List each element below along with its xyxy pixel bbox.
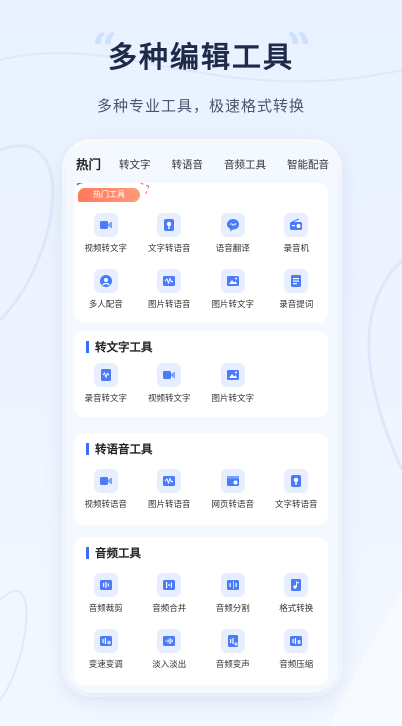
tool-image-to-voice-2[interactable]: 图片转语音 [138, 469, 202, 525]
image-wave-icon [157, 269, 182, 293]
fade-icon [157, 629, 182, 653]
tool-web-to-voice[interactable]: 网页转语音 [201, 469, 265, 525]
chat-icon [220, 213, 245, 237]
tab-audio-tools[interactable]: 音频工具 [224, 155, 266, 181]
speed-icon [93, 629, 118, 653]
tool-text-to-voice[interactable]: 文字转语音 [138, 213, 202, 269]
split-icon [220, 573, 245, 597]
tab-smart-dubbing[interactable]: 智能配音 [287, 155, 329, 181]
compress-icon [284, 629, 309, 653]
page-title: 多种编辑工具 [107, 40, 294, 74]
people-icon [93, 269, 118, 293]
tool-video-to-text-2[interactable]: 视频转文字 [138, 363, 202, 419]
tool-audio-split[interactable]: 音频分割 [201, 573, 265, 629]
tool-voice-translate[interactable]: 语音翻译 [201, 213, 265, 269]
tool-video-to-voice[interactable]: 视频转语音 [74, 469, 138, 525]
tool-audio-merge[interactable]: 音频合并 [138, 573, 202, 629]
web-icon [220, 469, 245, 493]
tool-voice-change[interactable]: 音频变声 [201, 629, 265, 685]
cut-icon [93, 573, 118, 597]
tab-bar: 热门 转文字 转语音 音频工具 智能配音 [76, 155, 338, 186]
image-wave-icon [157, 469, 182, 493]
hot-tools-card: 热门工具 视频转文字 文字转语音 语音翻译 录音机 多人配音 图片转语音 图片转… [74, 183, 328, 323]
text-tools-title: 转文字工具 [86, 341, 153, 353]
tool-image-to-text-2[interactable]: 图片转文字 [201, 363, 265, 419]
text-voice-icon [157, 213, 182, 237]
tool-text-to-voice-2[interactable]: 文字转语音 [265, 469, 329, 525]
convert-icon [284, 573, 309, 597]
voice-change-icon [220, 629, 245, 653]
tool-multi-dubbing[interactable]: 多人配音 [74, 269, 138, 325]
tool-recorder[interactable]: 录音机 [265, 213, 329, 269]
page-subtitle: 多种专业工具，极速格式转换 [96, 97, 305, 115]
text-tools-card: 转文字工具 录音转文字 视频转文字 图片转文字 [74, 331, 328, 417]
voice-tools-title: 转语音工具 [86, 443, 153, 455]
tool-fade-in-out[interactable]: 淡入淡出 [138, 629, 202, 685]
headline: “ “ 多种编辑工具 [0, 24, 402, 76]
record-text-icon [93, 363, 118, 387]
video-icon [157, 363, 182, 387]
tool-audio-compress[interactable]: 音频压缩 [265, 629, 329, 685]
tab-to-text[interactable]: 转文字 [119, 155, 151, 181]
doc-icon [284, 269, 309, 293]
tool-teleprompter[interactable]: 录音提词 [265, 269, 329, 325]
tab-to-voice[interactable]: 转语音 [172, 155, 204, 181]
tab-hot[interactable]: 热门 [76, 155, 101, 186]
radio-icon [284, 213, 309, 237]
phone-frame: 热门 转文字 转语音 音频工具 智能配音 热门工具 视频转文字 文字转语音 语音… [66, 143, 338, 693]
image-icon [220, 363, 245, 387]
tool-video-to-text[interactable]: 视频转文字 [74, 213, 138, 269]
merge-icon [157, 573, 182, 597]
tool-record-to-text[interactable]: 录音转文字 [74, 363, 138, 419]
tool-format-convert[interactable]: 格式转换 [265, 573, 329, 629]
hot-tools-badge: 热门工具 [78, 188, 140, 202]
video-icon [93, 469, 118, 493]
tool-image-to-text[interactable]: 图片转文字 [201, 269, 265, 325]
voice-tools-card: 转语音工具 视频转语音 图片转语音 网页转语音 文字转语音 [74, 433, 328, 525]
tool-audio-cut[interactable]: 音频裁剪 [74, 573, 138, 629]
tool-image-to-voice[interactable]: 图片转语音 [138, 269, 202, 325]
text-voice-icon [284, 469, 309, 493]
audio-tools-card: 音频工具 音频裁剪 音频合并 音频分割 格式转换 变速变调 淡入淡出 音频变声 … [74, 537, 328, 685]
tool-speed-pitch[interactable]: 变速变调 [74, 629, 138, 685]
video-icon [93, 213, 118, 237]
audio-tools-title: 音频工具 [86, 547, 141, 559]
image-icon [220, 269, 245, 293]
